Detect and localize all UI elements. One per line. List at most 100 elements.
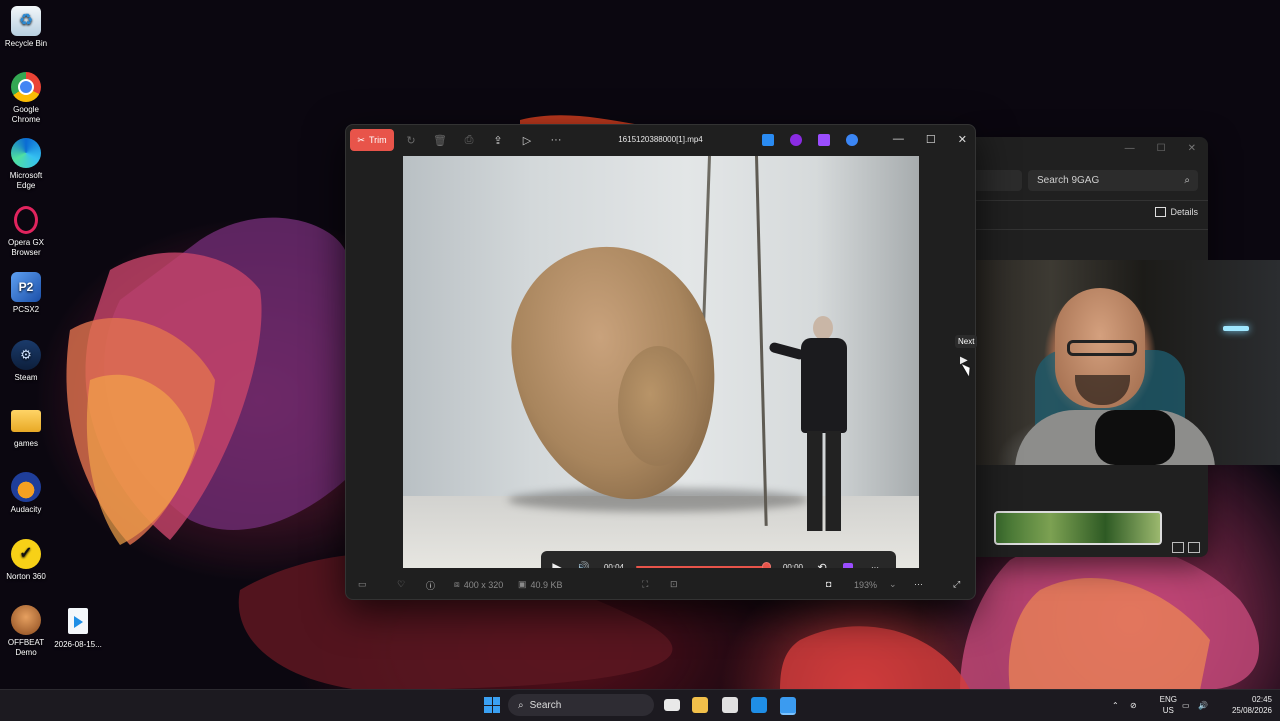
screenshot-icon[interactable]: ◘ [826,579,831,589]
minimize-icon[interactable]: — [1125,143,1135,154]
desktop-icon-pcsx2[interactable]: P2 PCSX2 [0,272,52,315]
divider [976,229,1208,230]
chevron-up-icon[interactable]: ⌃ [1112,690,1119,721]
folder-icon [11,410,41,432]
media-player-window: ✂ Trim ↻ 🗑 ⎙ ⇪ ▷ ··· 1615120388000[1].mp… [345,124,976,600]
date: 25/08/2026 [1231,706,1272,715]
more-options-icon[interactable]: ··· [866,551,884,569]
more-options-icon[interactable]: ··· [914,579,923,589]
player-titlebar: ✂ Trim ↻ 🗑 ⎙ ⇪ ▷ ··· 1615120388000[1].mp… [346,125,975,156]
close-icon[interactable]: ✕ [958,133,967,146]
background-light [1223,326,1249,331]
desktop-icon-label: games [13,439,38,448]
desktop-icon-video-file[interactable]: 2026-08-15... [52,608,104,649]
system-tray: ⌃ ⊘ ENG US ▭ 🔊 02:45 25/08/2026 [1110,690,1280,721]
dimensions-display: ⧈ 400 x 320 [454,579,503,590]
divider [976,200,1208,201]
pcsx2-icon: P2 [11,272,41,302]
info-icon[interactable]: ⓘ [426,579,435,592]
desktop-icon-offbeat[interactable]: OFFBEAT Demo [0,605,52,658]
search-icon: ⌕ [518,699,524,711]
window-controls: — ☐ ✕ [893,133,967,146]
view-toggle [1172,542,1200,553]
actual-size-icon[interactable]: ⊡ [670,579,678,590]
play-icon[interactable]: ▶ [547,551,567,568]
seek-bar[interactable] [636,566,766,568]
desktop-icon-label: Steam [14,373,38,382]
dimensions-icon: ⧈ [454,579,460,589]
clipchamp-icon[interactable] [790,134,802,146]
zoom-selector[interactable]: 193% ⌄ [854,579,897,590]
address-bar[interactable] [976,170,1022,191]
onedrive-icon[interactable] [846,134,858,146]
background-window-titlebar: — ☐ ✕ [976,137,1208,159]
zoom-value: 193% [854,579,878,590]
webcam-overlay [975,260,1280,465]
repeat-icon[interactable]: ⟲ [814,551,830,569]
desktop-icon-opera-gx[interactable]: Opera GX Browser [0,205,52,258]
desktop-icon-audacity[interactable]: Audacity [0,472,52,515]
details-view-icon[interactable] [1172,542,1184,553]
filmstrip-icon[interactable]: ▭ [358,579,367,590]
details-label: Details [1170,207,1198,217]
desktop-icon-norton[interactable]: ✓ Norton 360 [0,539,52,582]
microsoft-store-icon[interactable] [722,697,738,713]
file-explorer-icon[interactable] [692,697,708,713]
desktop-icon-edge[interactable]: Microsoft Edge [0,138,52,191]
file-name: 1615120388000[1].mp4 [618,135,703,144]
desktop-icon-label: 2026-08-15... [54,640,102,649]
person-legs [807,431,841,531]
glasses [1067,340,1137,356]
steam-icon: ⚙ [11,340,41,370]
language-indicator[interactable]: ENG US [1160,694,1177,716]
clock[interactable]: 02:45 25/08/2026 [1232,694,1272,716]
photo-editor-icon[interactable] [762,134,774,146]
playback-controls: ▶ 🔊 00:04 00:00 ⟲ ··· [541,551,896,568]
windows-logo-tile [484,705,492,713]
desktop-icon-steam[interactable]: ⚙ Steam [0,340,52,383]
person-head [813,316,833,340]
fit-icon[interactable]: ⛶ [642,579,648,590]
video-frame[interactable]: ▶ 🔊 00:04 00:00 ⟲ ··· [403,156,919,568]
favorite-icon[interactable]: ♡ [397,579,405,590]
desktop-icon-label: Opera GX Browser [7,238,44,257]
minimize-icon[interactable]: — [893,133,904,146]
maximize-icon[interactable]: ☐ [926,133,936,146]
video-editor-icon[interactable] [818,134,830,146]
volume-icon[interactable]: 🔊 [1198,690,1208,721]
desktop-icon-label: Audacity [10,505,42,514]
desktop-icon-games[interactable]: games [0,406,52,449]
dimensions-value: 400 x 320 [463,579,504,590]
network-off-icon[interactable]: ⊘ [1130,690,1137,721]
volume-icon[interactable]: 🔊 [573,551,593,569]
taskbar: ⌕ Search ⌃ ⊘ ENG US ▭ 🔊 02:45 25/08/2026 [0,689,1280,721]
file-size-value: 40.9 KB [530,579,563,590]
time: 02:45 [1251,695,1272,704]
display-icon[interactable]: ▭ [1182,690,1190,721]
fullscreen-icon[interactable]: ⤢ [953,579,960,590]
seek-handle[interactable] [761,562,771,568]
microphone [1095,410,1175,465]
search-input[interactable]: Search 9GAG ⌕ [1028,170,1198,191]
close-icon[interactable]: ✕ [1188,143,1196,154]
desktop-icon-label: Recycle Bin [4,39,48,48]
clipchamp-icon[interactable] [841,551,855,568]
outlook-icon[interactable] [751,697,767,713]
norton-icon: ✓ [11,539,41,569]
windows-logo-tile [492,697,500,705]
video-thumbnail[interactable] [994,511,1162,545]
task-view-icon[interactable] [664,699,680,711]
taskbar-search[interactable]: ⌕ Search [508,694,654,716]
photos-icon[interactable] [780,697,796,715]
maximize-icon[interactable]: ☐ [1157,143,1166,154]
desktop-icon-label: OFFBEAT Demo [7,638,45,657]
desktop-icon-recycle-bin[interactable]: ♻ Recycle Bin [0,6,52,49]
tiles-view-icon[interactable] [1188,542,1200,553]
start-button[interactable] [484,697,500,713]
desktop-icon-label: Norton 360 [6,572,46,581]
search-placeholder: Search 9GAG [1037,175,1100,186]
file-size-icon: ▣ [518,579,527,589]
person [768,316,853,536]
desktop-icon-chrome[interactable]: Google Chrome [0,72,52,125]
details-button[interactable]: Details [1155,207,1198,217]
